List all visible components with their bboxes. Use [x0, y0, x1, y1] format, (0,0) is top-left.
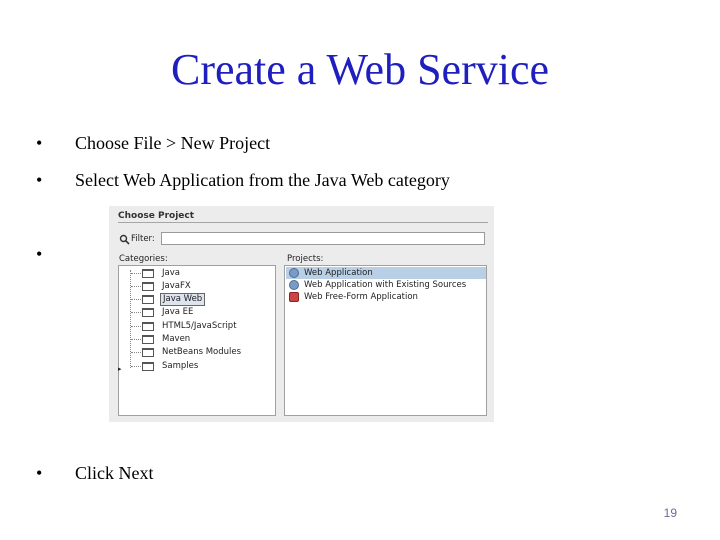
- categories-label: Categories:: [119, 254, 168, 264]
- project-item-web-application[interactable]: Web Application: [286, 267, 486, 279]
- page-number: 19: [663, 506, 677, 520]
- header-divider: [118, 222, 488, 223]
- search-icon: [119, 234, 130, 245]
- tools-icon: [289, 292, 299, 302]
- folder-icon: [142, 269, 154, 278]
- projects-list[interactable]: Web Application Web Application with Exi…: [284, 265, 487, 416]
- bullet-text: Select Web Application from the Java Web…: [75, 170, 450, 190]
- filter-label: Filter:: [131, 234, 155, 244]
- globe-icon: [289, 268, 299, 278]
- bullet-marker: •: [36, 170, 43, 190]
- project-item-web-free-form[interactable]: Web Free-Form Application: [286, 291, 486, 303]
- folder-icon: [142, 282, 154, 291]
- bullet-marker: •: [36, 244, 43, 264]
- folder-icon: [142, 362, 154, 371]
- project-item-web-existing-sources[interactable]: Web Application with Existing Sources: [286, 279, 486, 291]
- folder-icon: [142, 308, 154, 317]
- projects-label: Projects:: [287, 254, 324, 264]
- choose-project-screenshot: Choose Project Filter: Categories: Proje…: [109, 206, 494, 422]
- folder-icon: [142, 348, 154, 357]
- folder-icon: [142, 322, 154, 331]
- slide-title: Create a Web Service: [170, 45, 550, 94]
- dialog-header: Choose Project: [118, 211, 195, 221]
- globe-icon: [289, 280, 299, 290]
- folder-icon: [142, 295, 154, 304]
- folder-icon: [142, 335, 154, 344]
- bullet-text: Choose File > New Project: [75, 133, 271, 153]
- tree-guide-line: [130, 270, 131, 368]
- categories-tree[interactable]: Java JavaFX Java Web Java EE HTML5/JavaS…: [118, 265, 276, 416]
- bullet-marker: •: [36, 133, 43, 153]
- bullet-marker: •: [36, 463, 43, 483]
- bullet-text: Click Next: [75, 463, 154, 483]
- filter-input[interactable]: [161, 232, 485, 245]
- expand-icon[interactable]: ▸: [118, 363, 122, 376]
